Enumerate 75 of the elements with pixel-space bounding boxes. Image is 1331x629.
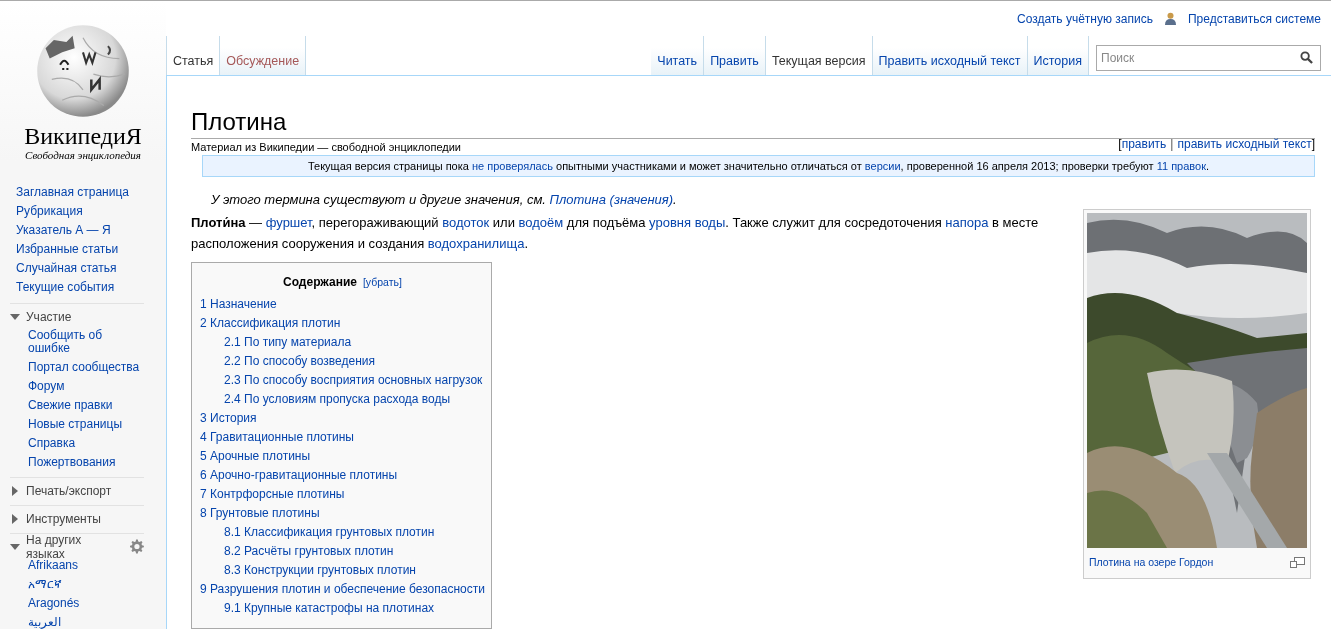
toc-link[interactable]: 2.1 По типу материала xyxy=(200,333,485,352)
toc-link[interactable]: 5 Арочные плотины xyxy=(200,447,485,466)
tab[interactable]: Править исходный текст xyxy=(872,36,1028,76)
edit-link[interactable]: править исходный текст xyxy=(1177,137,1312,151)
sidebar-link[interactable]: Заглавная страница xyxy=(16,183,166,202)
link[interactable]: напора xyxy=(945,215,989,230)
review-notice: Текущая версия страницы пока не проверялась опытными участниками и может значительно отличаться от версии, проверенной 16 апреля 2013; проверки требуют 11 правок. xyxy=(202,155,1315,177)
toc-link[interactable]: 3 История xyxy=(200,409,485,428)
collapsed-triangle-icon[interactable] xyxy=(10,513,20,524)
search-field[interactable]: Поиск xyxy=(1096,45,1321,71)
expanded-triangle-icon[interactable] xyxy=(10,311,20,322)
sidebar-link[interactable]: Форум xyxy=(28,377,144,396)
toc-link[interactable]: 8.3 Конструкции грунтовых плотин xyxy=(200,561,485,580)
search-icon[interactable] xyxy=(1300,51,1313,64)
toc-link[interactable]: 2.3 По способу восприятия основных нагрузок xyxy=(200,371,485,390)
link[interactable]: версии xyxy=(864,160,901,172)
sidebar-link[interactable]: Рубрикация xyxy=(16,202,166,221)
link[interactable]: не проверялась xyxy=(471,160,553,172)
separator: | xyxy=(1170,137,1174,151)
tab[interactable]: Править xyxy=(704,36,766,76)
sidebar-link[interactable]: Пожертвования xyxy=(28,453,144,472)
tab[interactable]: История xyxy=(1027,36,1089,76)
portal-heading[interactable]: Инструменты xyxy=(26,511,101,526)
sidebar-link[interactable]: Новые страницы xyxy=(28,415,144,434)
settings-icon[interactable] xyxy=(130,539,144,554)
sidebar-link[interactable]: Портал сообщества xyxy=(28,358,144,377)
toc-link[interactable]: 8 Грунтовые плотины xyxy=(200,504,485,523)
hatnote: У этого термина существуют и другие значения, см. Плотина (значения). xyxy=(211,191,678,209)
portal-heading[interactable]: Участие xyxy=(26,309,72,324)
tab[interactable]: Читать xyxy=(651,36,705,76)
toc-link[interactable]: 8.1 Классификация грунтовых плотин xyxy=(200,523,485,542)
toc-link[interactable]: 7 Контрфорсные плотины xyxy=(200,485,485,504)
tab[interactable]: Обсуждение xyxy=(220,36,307,76)
sidebar-link[interactable]: Текущие события xyxy=(16,278,166,297)
sidebar-link[interactable]: Справка xyxy=(28,434,144,453)
bracket: [ xyxy=(1118,137,1122,151)
create-account-link[interactable]: Создать учётную запись xyxy=(1016,11,1153,26)
sidebar-link[interactable]: Aragonés xyxy=(28,594,144,613)
sidebar-link[interactable]: Свежие правки xyxy=(28,396,144,415)
lead-paragraph: Плоти́на — фуршет, перегораживающий водоток или водоём для подъёма уровня воды. Также служит для сосредоточения напора в месте расположения сооружения и создания водохранилища. xyxy=(191,214,1040,253)
site-subtitle: Материал из Википедии — свободной энциклопедии xyxy=(191,141,461,153)
collapsed-triangle-icon[interactable] xyxy=(10,485,20,496)
link[interactable]: 11 правок xyxy=(1156,160,1206,172)
toc-link[interactable]: 2 Классификация плотин xyxy=(200,314,485,333)
sidebar-link[interactable]: Случайная статья xyxy=(16,259,166,278)
sidebar-link[interactable]: العربية xyxy=(28,613,144,629)
user-icon xyxy=(1164,12,1176,26)
toc-link[interactable]: 4 Гравитационные плотины xyxy=(200,428,485,447)
toc-link[interactable]: 1 Назначение xyxy=(200,295,485,314)
link[interactable]: водоём xyxy=(518,215,564,230)
bracket: ] xyxy=(1311,137,1315,151)
tab[interactable]: Статья xyxy=(166,36,221,76)
hide-link[interactable]: [убрать] xyxy=(362,276,402,288)
sidebar-link[interactable]: አማርኛ xyxy=(28,575,144,594)
wordmark: ВикипедиЯ xyxy=(24,123,142,149)
toc-link[interactable]: 2.4 По условиям пропуска расхода воды xyxy=(200,390,485,409)
login-link[interactable]: Представиться системе xyxy=(1187,11,1321,26)
link[interactable]: фуршет xyxy=(265,215,312,230)
expanded-triangle-icon[interactable] xyxy=(10,541,20,552)
toc-title: Содержание xyxy=(283,275,357,289)
enlarge-icon[interactable] xyxy=(1290,557,1305,568)
link[interactable]: водоток xyxy=(442,215,490,230)
portal-heading[interactable]: На других языках xyxy=(26,532,117,561)
toc-link[interactable]: 8.2 Расчёты грунтовых плотин xyxy=(200,542,485,561)
image-caption: Плотина на озере Гордон xyxy=(1089,555,1214,570)
portal-heading[interactable]: Печать/экспорт xyxy=(26,483,112,498)
article-title: Плотина xyxy=(191,108,1315,139)
sidebar-link[interactable]: Указатель А — Я xyxy=(16,221,166,240)
toc-link[interactable]: 9 Разрушения плотин и обеспечение безопасности xyxy=(200,580,485,599)
sidebar-link[interactable]: Избранные статьи xyxy=(16,240,166,259)
sidebar-link[interactable]: Сообщить об ошибке xyxy=(28,326,144,358)
toc-link[interactable]: 2.2 По способу возведения xyxy=(200,352,485,371)
toc-link[interactable]: 6 Арочно-гравитационные плотины xyxy=(200,466,485,485)
toc-link[interactable]: 9.1 Крупные катастрофы на плотинах xyxy=(200,599,485,618)
tagline: Свободная энциклопедия xyxy=(25,149,141,161)
